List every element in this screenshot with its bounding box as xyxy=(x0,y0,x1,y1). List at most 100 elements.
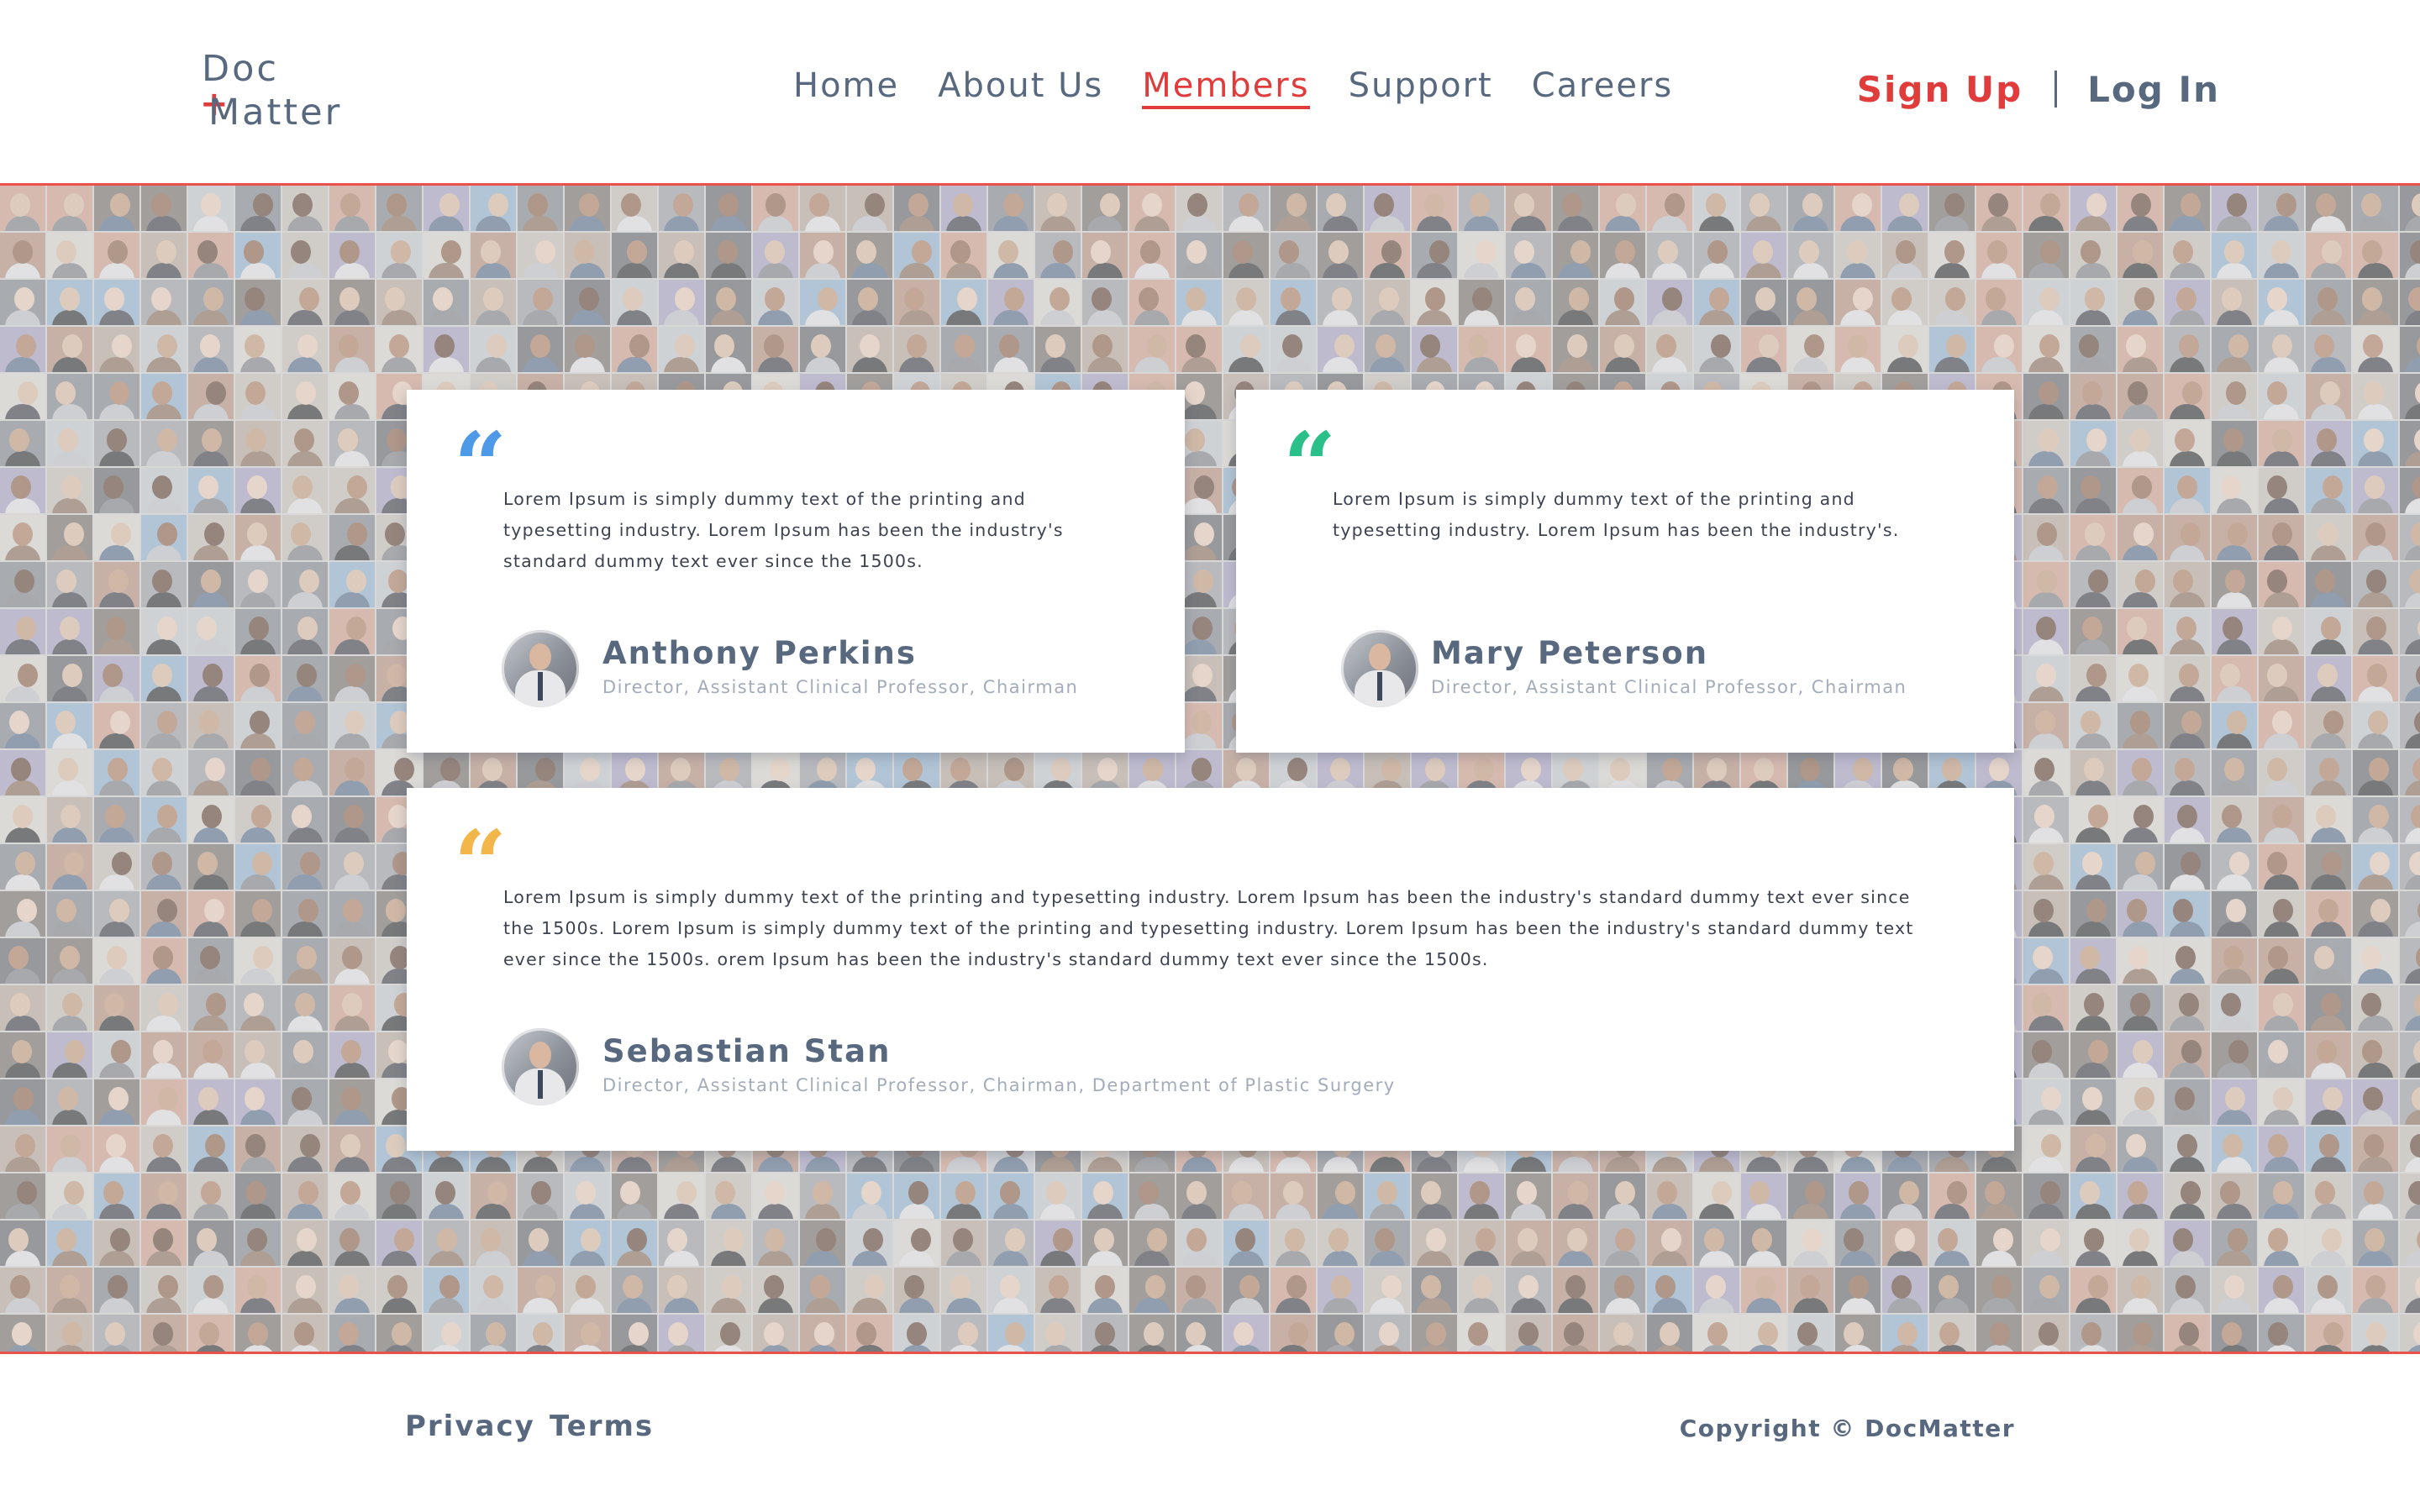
member-photo-tile xyxy=(329,374,375,419)
member-photo-tile xyxy=(1223,327,1269,372)
member-photo-tile xyxy=(2259,891,2304,937)
member-photo-tile xyxy=(282,374,328,419)
member-photo-tile xyxy=(94,1221,139,1266)
member-photo-tile xyxy=(282,421,328,466)
member-photo-tile xyxy=(847,327,892,372)
member-photo-tile xyxy=(2212,233,2257,278)
testimonial-text: Lorem Ipsum is simply dummy text of the … xyxy=(503,489,1064,571)
member-photo-tile xyxy=(2306,1126,2351,1172)
member-photo-tile xyxy=(2212,186,2257,231)
member-photo-tile xyxy=(2165,1268,2210,1313)
member-photo-tile xyxy=(188,797,234,843)
member-photo-tile xyxy=(2400,1079,2420,1125)
member-photo-tile xyxy=(329,1315,375,1352)
member-photo-tile xyxy=(94,891,139,937)
nav-support[interactable]: Support xyxy=(1349,62,1493,113)
member-photo-tile xyxy=(2165,891,2210,937)
member-photo-tile xyxy=(2212,1079,2257,1125)
member-photo-tile xyxy=(282,1173,328,1219)
member-photo-tile xyxy=(2118,468,2163,513)
member-photo-tile xyxy=(1082,1268,1128,1313)
member-photo-tile xyxy=(94,374,139,419)
member-photo-tile xyxy=(2306,374,2351,419)
member-photo-tile xyxy=(1553,186,1598,231)
member-photo-tile xyxy=(1176,186,1222,231)
nav-careers[interactable]: Careers xyxy=(1532,62,1674,113)
member-photo-tile xyxy=(2306,1079,2351,1125)
member-photo-tile xyxy=(2306,609,2351,654)
member-photo-tile xyxy=(1176,280,1222,325)
member-photo-tile xyxy=(1270,1268,1316,1313)
member-photo-tile xyxy=(1223,1173,1269,1219)
member-photo-tile xyxy=(894,233,939,278)
member-photo-tile xyxy=(2353,938,2398,984)
member-photo-tile xyxy=(235,797,281,843)
member-photo-tile xyxy=(47,891,92,937)
member-photo-tile xyxy=(94,1268,139,1313)
member-photo-tile xyxy=(1318,1268,1363,1313)
nav-members[interactable]: Members xyxy=(1142,62,1310,109)
member-photo-tile xyxy=(376,1173,422,1219)
member-photo-tile xyxy=(565,1221,610,1266)
member-photo-tile xyxy=(2165,327,2210,372)
member-photo-tile xyxy=(1741,1221,1786,1266)
member-photo-tile xyxy=(188,750,234,795)
member-photo-tile xyxy=(2259,750,2304,795)
member-photo-tile xyxy=(1176,1173,1222,1219)
member-photo-tile xyxy=(1835,186,1881,231)
member-role: Director, Assistant Clinical Professor, … xyxy=(602,1075,1396,1095)
member-photo-tile xyxy=(141,1173,187,1219)
member-photo-tile xyxy=(1223,280,1269,325)
member-photo-tile xyxy=(2212,656,2257,701)
member-photo-tile xyxy=(2023,1126,2069,1172)
nav-home[interactable]: Home xyxy=(793,62,899,113)
mosaic-grid xyxy=(0,186,2420,1352)
docmatter-logo[interactable]: Doc + Matter xyxy=(200,47,353,134)
member-photo-tile xyxy=(2400,1032,2420,1078)
member-photo-tile xyxy=(376,1221,422,1266)
testimonial-text: Lorem Ipsum is simply dummy text of the … xyxy=(503,887,1914,969)
member-photo-tile xyxy=(2400,703,2420,748)
member-photo-tile xyxy=(2400,891,2420,937)
member-photo-tile xyxy=(471,1268,516,1313)
member-role: Director, Assistant Clinical Professor, … xyxy=(602,677,1079,697)
member-photo-tile xyxy=(2306,1032,2351,1078)
member-photo-tile xyxy=(2070,468,2116,513)
member-photo-tile xyxy=(1035,1315,1081,1352)
member-photo-tile xyxy=(235,468,281,513)
log-in-link[interactable]: Log In xyxy=(2087,69,2220,110)
member-photo-tile xyxy=(2070,938,2116,984)
member-photo-tile xyxy=(1882,1173,1928,1219)
member-photo-tile xyxy=(2070,1221,2116,1266)
member-photo-tile xyxy=(47,468,92,513)
member-photo-tile xyxy=(2118,327,2163,372)
sign-up-link[interactable]: Sign Up xyxy=(1857,69,2023,110)
member-photo-tile xyxy=(2118,1173,2163,1219)
member-photo-tile xyxy=(94,1079,139,1125)
member-photo-tile xyxy=(471,233,516,278)
member-photo-tile xyxy=(1506,186,1551,231)
privacy-link[interactable]: Privacy xyxy=(405,1410,535,1443)
member-photo-tile xyxy=(2023,844,2069,890)
member-photo-tile xyxy=(941,186,986,231)
member-photo-tile xyxy=(2070,1079,2116,1125)
member-photo-tile xyxy=(2259,1221,2304,1266)
member-photo-tile xyxy=(0,1126,45,1172)
member-photo-tile xyxy=(2165,1126,2210,1172)
member-photo-tile xyxy=(2212,797,2257,843)
member-photo-tile xyxy=(2070,421,2116,466)
member-photo-tile xyxy=(141,374,187,419)
member-photo-tile xyxy=(0,797,45,843)
terms-link[interactable]: Terms xyxy=(550,1410,654,1443)
member-photo-tile xyxy=(1270,327,1316,372)
member-photo-tile xyxy=(2259,703,2304,748)
testimonial-card: “ Lorem Ipsum is simply dummy text of th… xyxy=(407,788,2014,1151)
nav-about-us[interactable]: About Us xyxy=(938,62,1103,113)
member-photo-tile xyxy=(2070,891,2116,937)
member-photo-tile xyxy=(1082,327,1128,372)
member-photo-tile xyxy=(188,985,234,1031)
member-photo-tile xyxy=(2353,891,2398,937)
member-photo-tile xyxy=(2165,421,2210,466)
member-photo-tile xyxy=(2118,233,2163,278)
member-photo-tile xyxy=(2212,1315,2257,1352)
